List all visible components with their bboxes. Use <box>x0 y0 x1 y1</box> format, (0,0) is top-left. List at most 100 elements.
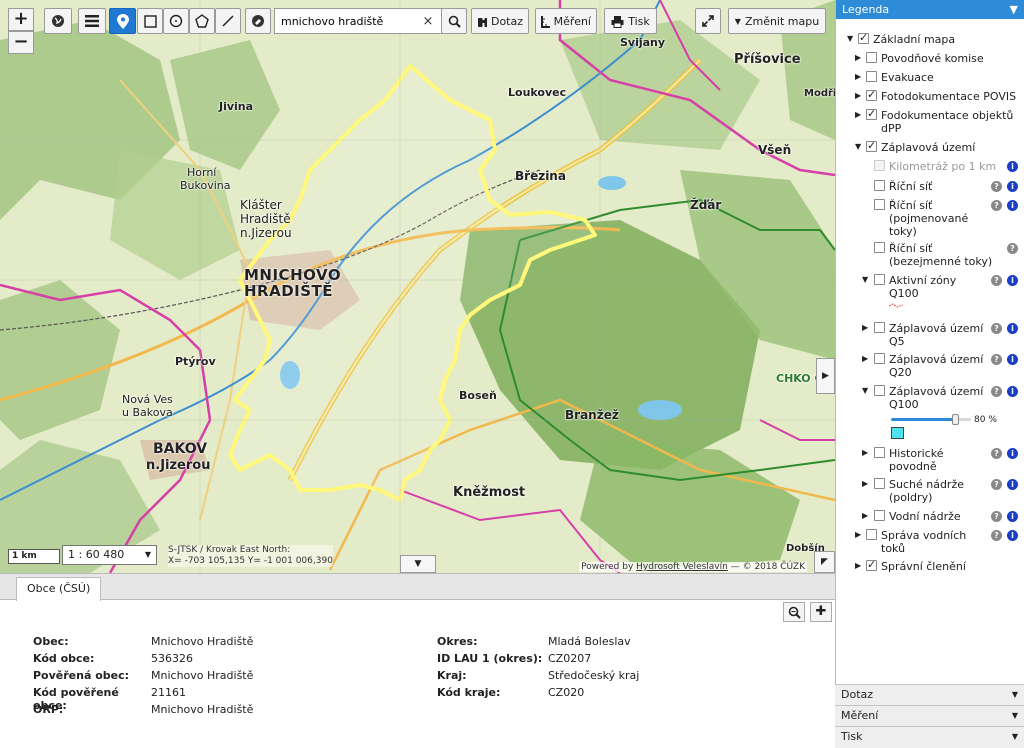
expand-icon[interactable]: ▶ <box>855 530 861 539</box>
expand-icon[interactable]: ▶ <box>862 511 868 520</box>
info-row: ID LAU 1 (okres): CZ0207 <box>437 652 639 669</box>
fullscreen-button[interactable] <box>695 8 721 34</box>
legend-item-historicke-2: povodně <box>889 460 937 473</box>
expand-icon[interactable]: ▶ <box>862 448 868 457</box>
checkbox-evakuace[interactable] <box>866 71 877 82</box>
caret-down-icon: ▼ <box>1011 711 1018 720</box>
query-button[interactable]: Dotaz <box>471 8 529 34</box>
scale-select[interactable]: 1 : 60 480 ▼ <box>62 545 157 565</box>
accordion-tisk[interactable]: Tisk ▼ <box>835 726 1024 748</box>
change-map-button[interactable]: ▼ Změnit mapu <box>728 8 826 34</box>
checkbox-vodni[interactable] <box>874 510 885 521</box>
layers-menu-button[interactable] <box>78 8 106 34</box>
info-icon[interactable]: i <box>1007 448 1018 459</box>
select-circle-button[interactable] <box>163 8 189 34</box>
overview-map-button[interactable]: ◤ <box>814 551 835 573</box>
print-button[interactable]: Tisk <box>604 8 657 34</box>
info-icon[interactable]: i <box>1007 323 1018 334</box>
legend-header[interactable]: Legenda ▼ <box>836 0 1024 19</box>
checkbox-ricni[interactable] <box>874 180 885 191</box>
select-rectangle-button[interactable] <box>137 8 163 34</box>
expand-icon[interactable]: ▶ <box>855 561 861 570</box>
globe-button[interactable] <box>44 8 72 34</box>
help-icon[interactable]: ? <box>991 530 1002 541</box>
accordion-mereni[interactable]: Měření ▼ <box>835 705 1024 726</box>
identify-point-button[interactable] <box>109 8 136 34</box>
accordion-dotaz[interactable]: Dotaz ▼ <box>835 684 1024 705</box>
expand-icon[interactable]: ▶ <box>855 72 861 81</box>
checkbox-q5[interactable] <box>874 322 885 333</box>
checkbox-povodnove[interactable] <box>866 52 877 63</box>
attribution-link[interactable]: Hydrosoft Veleslavín <box>636 562 728 572</box>
coordinate-readout: S-JTSK / Krovak East North: X= -703 105,… <box>168 545 333 567</box>
map-canvas[interactable] <box>0 0 835 573</box>
search-button[interactable] <box>441 8 467 34</box>
measure-label: Měření <box>553 14 591 28</box>
checkbox-ricni-pojm[interactable] <box>874 199 885 210</box>
info-icon[interactable]: i <box>1007 200 1018 211</box>
search-input[interactable] <box>275 10 420 32</box>
checkbox-ricni-bez[interactable] <box>874 242 885 253</box>
select-polygon-button[interactable] <box>189 8 215 34</box>
help-icon[interactable]: ? <box>991 181 1002 192</box>
info-icon[interactable]: i <box>1007 530 1018 541</box>
expand-icon[interactable]: ▶ <box>862 323 868 332</box>
checkbox-kilometraz[interactable] <box>874 160 885 171</box>
help-icon[interactable]: ? <box>991 386 1002 397</box>
clear-search-icon[interactable]: × <box>420 14 436 29</box>
select-line-button[interactable] <box>215 8 241 34</box>
checkbox-q100[interactable] <box>874 385 885 396</box>
collapse-icon[interactable]: ▼ <box>855 142 861 151</box>
collapse-icon[interactable]: ▼ <box>862 386 868 395</box>
measure-button[interactable]: Měření <box>535 8 597 34</box>
search-box[interactable]: × <box>274 8 442 34</box>
help-icon[interactable]: ? <box>991 323 1002 334</box>
zoom-in-button[interactable]: + <box>8 8 34 31</box>
info-icon[interactable]: i <box>1007 275 1018 286</box>
move-panel-button[interactable]: ✚ <box>810 602 832 622</box>
help-icon[interactable]: ? <box>991 448 1002 459</box>
tab-obce[interactable]: Obce (ČSÚ) <box>16 577 102 601</box>
collapse-icon[interactable]: ▼ <box>847 34 853 43</box>
clear-selection-button[interactable] <box>245 8 271 34</box>
help-icon[interactable]: ? <box>991 511 1002 522</box>
opacity-slider-track[interactable] <box>891 414 971 425</box>
help-icon[interactable]: ? <box>991 479 1002 490</box>
checkbox-historicke[interactable] <box>874 447 885 458</box>
checkbox-fodok[interactable] <box>866 107 877 120</box>
expand-icon[interactable]: ▶ <box>855 91 861 100</box>
map-label-klaster3: n.Jizerou <box>240 226 292 240</box>
expand-icon[interactable]: ▶ <box>855 53 861 62</box>
collapse-icon[interactable]: ▼ <box>862 275 868 284</box>
info-icon[interactable]: i <box>1007 511 1018 522</box>
help-icon[interactable]: ? <box>991 354 1002 365</box>
map-label-brezina: Březina <box>515 169 566 183</box>
expand-icon[interactable]: ▶ <box>862 479 868 488</box>
move-icon: ✚ <box>815 604 827 619</box>
checkbox-fotodok[interactable] <box>866 88 877 101</box>
expand-icon[interactable]: ▶ <box>862 354 868 363</box>
info-row: Kód obce: 536326 <box>33 652 253 669</box>
expand-legend-button[interactable]: ▶ <box>816 358 835 394</box>
opacity-slider-handle[interactable] <box>952 414 959 425</box>
checkbox-suche[interactable] <box>874 478 885 489</box>
expand-icon[interactable]: ▶ <box>855 110 861 119</box>
checkbox-spravni[interactable] <box>866 558 877 571</box>
help-icon[interactable]: ? <box>991 200 1002 211</box>
zoom-out-button[interactable]: − <box>8 31 34 54</box>
info-icon[interactable]: i <box>1007 386 1018 397</box>
help-icon[interactable]: ? <box>991 275 1002 286</box>
checkbox-sprava[interactable] <box>866 529 877 540</box>
checkbox-q20[interactable] <box>874 353 885 364</box>
expand-panel-button[interactable]: ▼ <box>400 555 436 573</box>
checkbox-aktivni[interactable] <box>874 274 885 285</box>
info-icon[interactable]: i <box>1007 181 1018 192</box>
info-icon[interactable]: i <box>1007 354 1018 365</box>
zoom-to-feature-button[interactable] <box>783 602 805 622</box>
help-icon[interactable]: ? <box>1007 243 1018 254</box>
checkbox-zaplavova[interactable] <box>866 139 877 152</box>
map-view[interactable]: MNICHOVO HRADIŠTĚ BAKOV n.Jizerou Klášte… <box>0 0 835 573</box>
checkbox-zakladni[interactable] <box>858 31 869 44</box>
info-icon[interactable]: i <box>1007 479 1018 490</box>
info-icon[interactable]: i <box>1007 161 1018 172</box>
